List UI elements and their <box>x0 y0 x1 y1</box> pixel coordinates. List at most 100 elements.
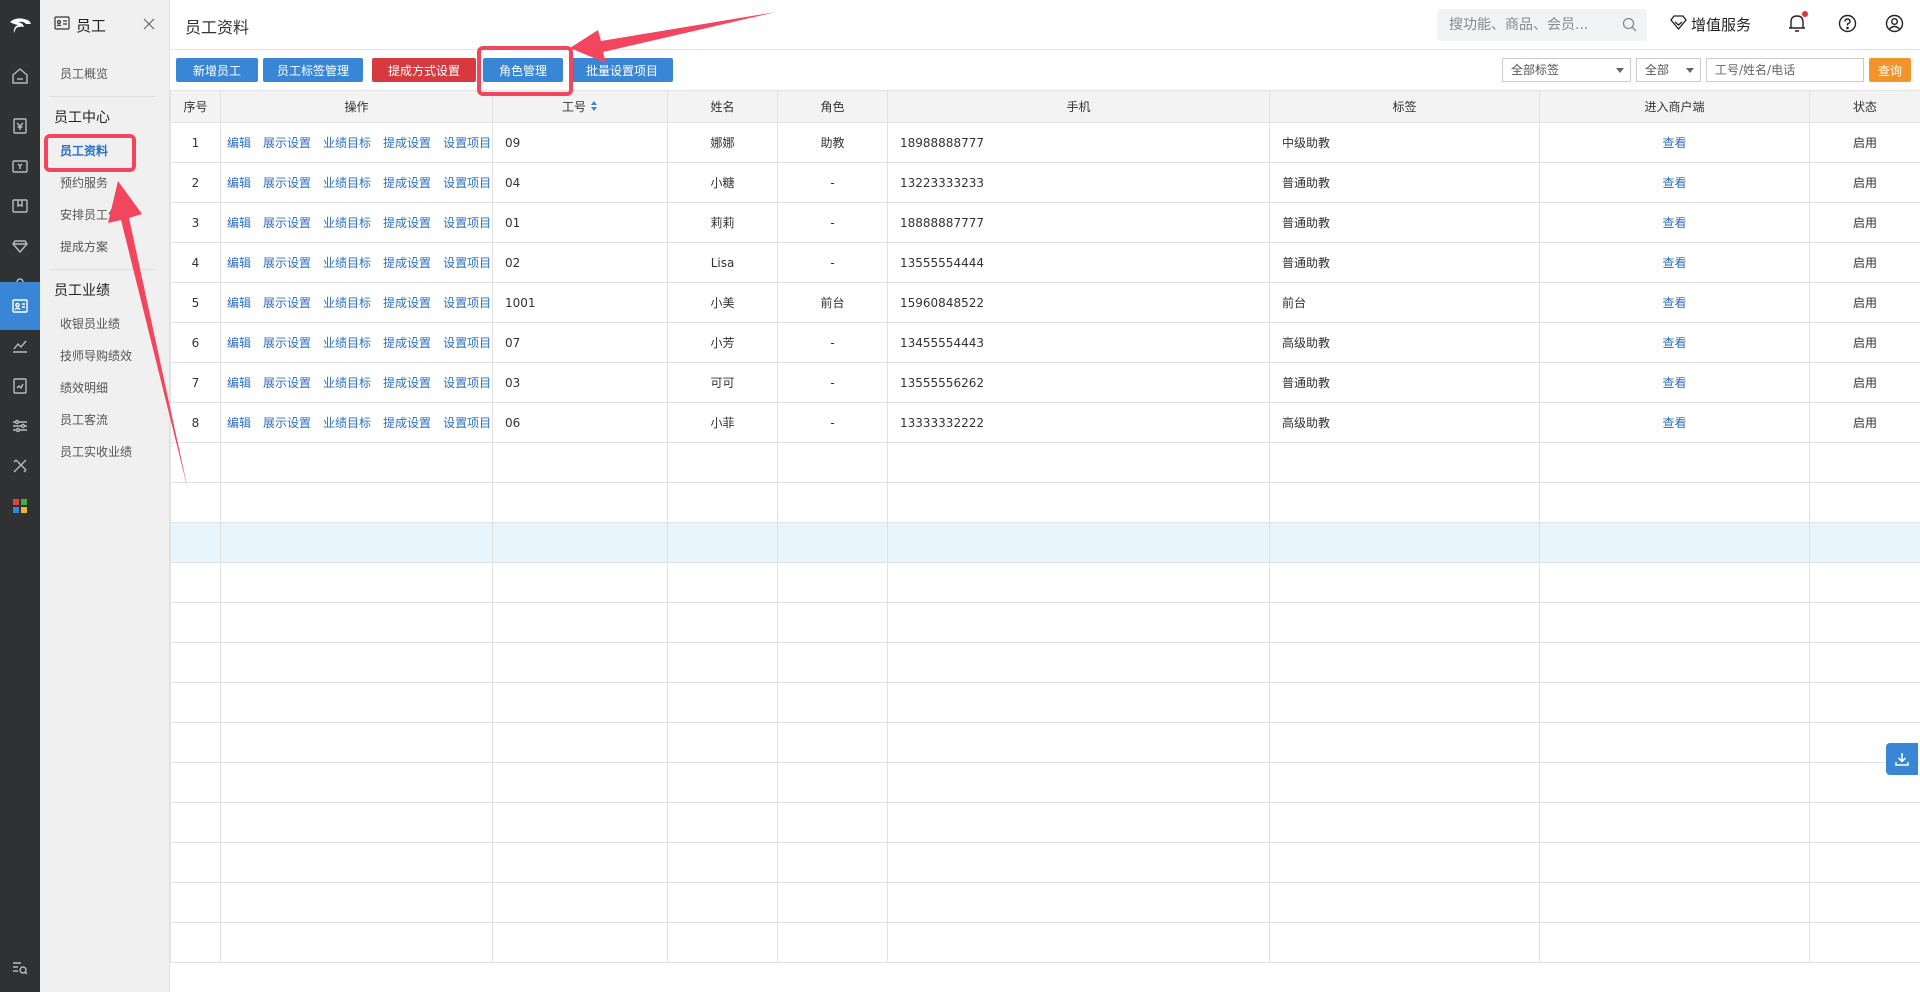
help-icon[interactable] <box>1838 14 1857 37</box>
cell-staff-id: 03 <box>492 362 668 403</box>
sort-icon[interactable] <box>590 100 598 115</box>
menu-group-staff-performance: 员工业绩 <box>54 283 110 299</box>
view-link[interactable]: 查看 <box>1662 176 1686 190</box>
empty-cell <box>777 842 888 883</box>
brand-logo-icon[interactable] <box>0 8 40 44</box>
view-link[interactable]: 查看 <box>1662 296 1686 310</box>
download-button[interactable] <box>1886 743 1918 775</box>
row-action-link[interactable]: 设置项目 <box>443 256 491 270</box>
empty-table-row <box>170 882 1920 923</box>
row-action-link[interactable]: 设置项目 <box>443 376 491 390</box>
row-action-link[interactable]: 业绩目标 <box>323 176 371 190</box>
row-action-link[interactable]: 展示设置 <box>263 256 311 270</box>
cell-phone: 15960848522 <box>887 282 1270 323</box>
row-action-link[interactable]: 业绩目标 <box>323 256 371 270</box>
row-action-link[interactable]: 业绩目标 <box>323 376 371 390</box>
row-action-link[interactable]: 编辑 <box>227 136 251 150</box>
view-link[interactable]: 查看 <box>1662 336 1686 350</box>
empty-cell <box>777 522 888 563</box>
menu-item-performance-detail[interactable]: 绩效明细 <box>40 372 169 404</box>
row-action-link[interactable]: 提成设置 <box>383 256 431 270</box>
menu-item-arrange-position[interactable]: 安排员工位 <box>40 199 169 231</box>
empty-cell <box>492 522 668 563</box>
view-link[interactable]: 查看 <box>1662 136 1686 150</box>
menu-item-staff-traffic[interactable]: 员工客流 <box>40 404 169 436</box>
row-action-link[interactable]: 编辑 <box>227 176 251 190</box>
menu-header: 员工 <box>40 0 169 50</box>
keyword-input[interactable] <box>1706 58 1864 82</box>
column-header: 状态 <box>1809 90 1920 123</box>
row-action-link[interactable]: 编辑 <box>227 296 251 310</box>
menu-item-tech-performance[interactable]: 技师导购绩效 <box>40 340 169 372</box>
row-action-link[interactable]: 提成设置 <box>383 136 431 150</box>
row-action-link[interactable]: 编辑 <box>227 216 251 230</box>
cell-staff-id: 09 <box>492 122 668 163</box>
empty-cell <box>667 842 778 883</box>
user-avatar-icon[interactable] <box>1885 14 1904 37</box>
row-action-link[interactable]: 展示设置 <box>263 216 311 230</box>
row-action-link[interactable]: 编辑 <box>227 376 251 390</box>
empty-cell <box>887 482 1270 523</box>
status-filter-select[interactable]: 全部 <box>1636 58 1701 82</box>
row-action-link[interactable]: 设置项目 <box>443 296 491 310</box>
empty-table-row <box>170 802 1920 843</box>
tag-manage-button[interactable]: 员工标签管理 <box>263 58 363 82</box>
menu-item-cashier-performance[interactable]: 收银员业绩 <box>40 308 169 340</box>
cell-role: - <box>777 202 888 243</box>
menu-search-icon[interactable] <box>0 944 40 992</box>
cell-actions: 编辑 展示设置 业绩目标 提成设置 设置项目 <box>220 402 493 443</box>
column-header: 标签 <box>1269 90 1540 123</box>
search-input[interactable] <box>1437 9 1617 41</box>
close-icon[interactable] <box>143 16 155 34</box>
row-action-link[interactable]: 编辑 <box>227 416 251 430</box>
notification-bell-icon[interactable] <box>1788 11 1808 37</box>
commission-setting-button[interactable]: 提成方式设置 <box>372 58 476 82</box>
view-link[interactable]: 查看 <box>1662 256 1686 270</box>
row-action-link[interactable]: 业绩目标 <box>323 336 371 350</box>
row-action-link[interactable]: 提成设置 <box>383 376 431 390</box>
value-service-button[interactable]: 增值服务 <box>1670 14 1751 35</box>
row-action-link[interactable]: 业绩目标 <box>323 416 371 430</box>
row-action-link[interactable]: 业绩目标 <box>323 216 371 230</box>
row-action-link[interactable]: 提成设置 <box>383 216 431 230</box>
row-action-link[interactable]: 设置项目 <box>443 176 491 190</box>
row-action-link[interactable]: 展示设置 <box>263 296 311 310</box>
menu-item-staff-actual-performance[interactable]: 员工实收业绩 <box>40 436 169 468</box>
empty-cell <box>1539 842 1810 883</box>
row-action-link[interactable]: 编辑 <box>227 256 251 270</box>
row-action-link[interactable]: 编辑 <box>227 336 251 350</box>
menu-item-overview[interactable]: 员工概览 <box>40 58 169 90</box>
home-icon[interactable] <box>0 52 40 100</box>
search-icon[interactable] <box>1622 17 1637 36</box>
query-button[interactable]: 查询 <box>1869 58 1911 82</box>
column-header: 进入商户端 <box>1539 90 1810 123</box>
empty-cell <box>1539 602 1810 643</box>
row-action-link[interactable]: 设置项目 <box>443 216 491 230</box>
row-action-link[interactable]: 业绩目标 <box>323 136 371 150</box>
row-action-link[interactable]: 展示设置 <box>263 416 311 430</box>
view-link[interactable]: 查看 <box>1662 216 1686 230</box>
row-action-link[interactable]: 展示设置 <box>263 176 311 190</box>
row-action-link[interactable]: 展示设置 <box>263 336 311 350</box>
tag-filter-select[interactable]: 全部标签 <box>1502 58 1631 82</box>
view-link[interactable]: 查看 <box>1662 376 1686 390</box>
row-action-link[interactable]: 设置项目 <box>443 416 491 430</box>
add-staff-button[interactable]: 新增员工 <box>176 58 258 82</box>
menu-item-commission-plan[interactable]: 提成方案 <box>40 231 169 263</box>
row-action-link[interactable]: 展示设置 <box>263 376 311 390</box>
row-action-link[interactable]: 业绩目标 <box>323 296 371 310</box>
batch-setting-button[interactable]: 批量设置项目 <box>571 58 673 82</box>
cell-tag: 前台 <box>1269 282 1540 323</box>
view-link[interactable]: 查看 <box>1662 416 1686 430</box>
row-action-link[interactable]: 设置项目 <box>443 336 491 350</box>
row-action-link[interactable]: 提成设置 <box>383 336 431 350</box>
row-action-link[interactable]: 展示设置 <box>263 136 311 150</box>
row-action-link[interactable]: 提成设置 <box>383 296 431 310</box>
cell-role: - <box>777 402 888 443</box>
empty-cell <box>492 882 668 923</box>
row-action-link[interactable]: 提成设置 <box>383 176 431 190</box>
empty-cell <box>1269 442 1540 483</box>
row-action-link[interactable]: 提成设置 <box>383 416 431 430</box>
apps-icon[interactable] <box>0 482 40 530</box>
row-action-link[interactable]: 设置项目 <box>443 136 491 150</box>
